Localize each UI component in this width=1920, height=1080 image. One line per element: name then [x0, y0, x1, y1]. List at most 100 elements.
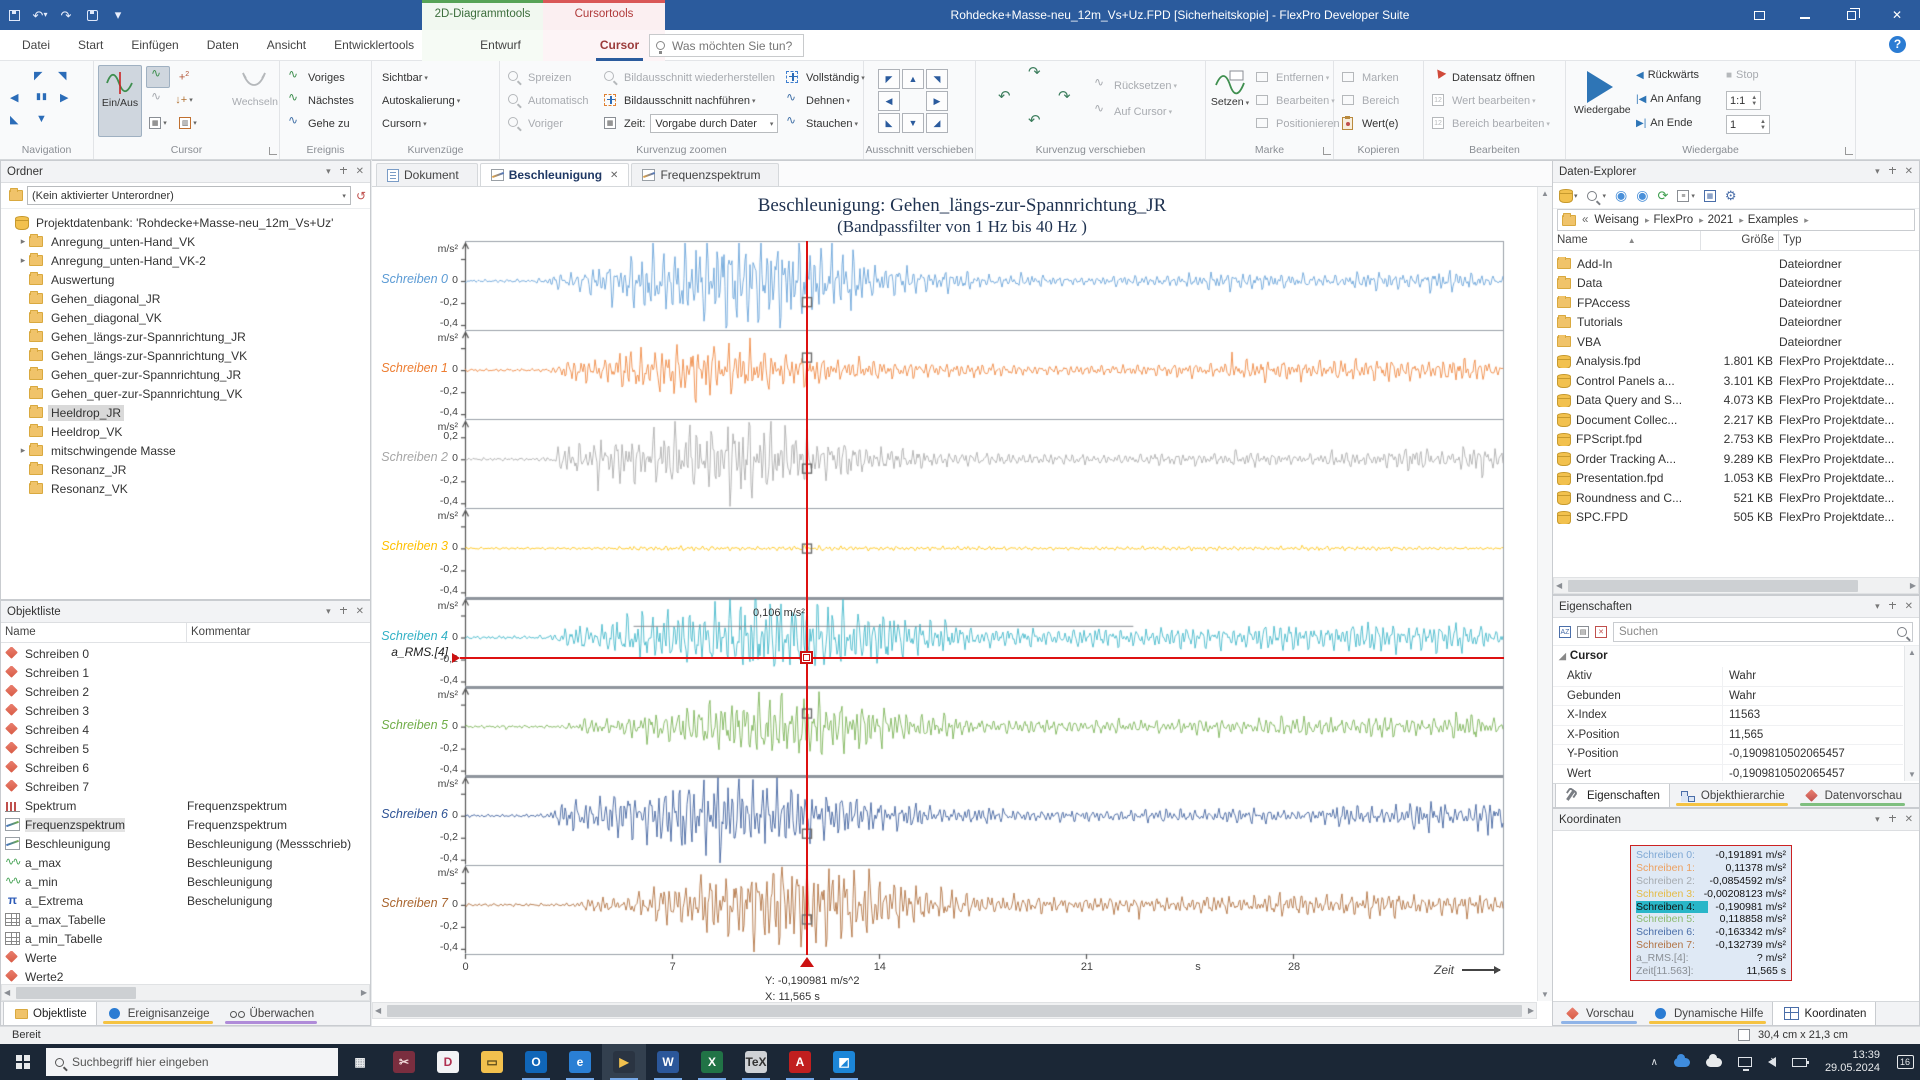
property-row[interactable]: Wert -0,1909810502065457: [1553, 765, 1903, 782]
pin-window-button[interactable]: [1736, 0, 1782, 30]
ruecksetzen-dropdown[interactable]: Rücksetzen▾: [1094, 75, 1177, 96]
wechseln-button[interactable]: Wechseln: [232, 65, 276, 137]
undo-icon[interactable]: ↶▾: [32, 7, 48, 23]
panel-menu-icon[interactable]: ▾: [1875, 166, 1880, 177]
shift-down-icon[interactable]: ↶: [1028, 111, 1041, 129]
file-row[interactable]: Add-In Dateiordner: [1553, 254, 1919, 274]
panel-tab[interactable]: Dynamische Hilfe: [1643, 1002, 1772, 1026]
customize-quick-access-icon[interactable]: ▾: [110, 7, 126, 23]
an-anfang-button[interactable]: |◀An Anfang: [1636, 93, 1701, 105]
cloud-icon[interactable]: [1706, 1058, 1722, 1067]
maximize-button[interactable]: [1828, 0, 1874, 30]
document-tab[interactable]: Frequenzspektrum: [631, 163, 779, 186]
setzen-button[interactable]: Setzen▾: [1208, 65, 1252, 137]
taskbar-app-icon[interactable]: D: [426, 1044, 470, 1080]
display-icon[interactable]: [1738, 1057, 1752, 1067]
taskbar-app-icon[interactable]: ◩: [822, 1044, 866, 1080]
file-row[interactable]: Document Collec... 2.217 KB FlexPro Proj…: [1553, 410, 1919, 430]
tree-item[interactable]: Gehen_diagonal_JR: [1, 289, 370, 308]
bildausschnitt-wiederherstellen-button[interactable]: Bildausschnitt wiederherstellen: [604, 67, 775, 88]
tree-item[interactable]: Gehen_längs-zur-Spannrichtung_VK: [1, 346, 370, 365]
object-row[interactable]: Schreiben 6: [1, 758, 370, 777]
contextual-tab-group-2d[interactable]: 2D-Diagrammtools: [422, 0, 543, 30]
cursor-toggle-button[interactable]: Ein/Aus: [98, 65, 142, 137]
search-icon[interactable]: ▾: [1587, 191, 1607, 201]
taskbar-app-icon[interactable]: W: [646, 1044, 690, 1080]
chart-cursor-handle[interactable]: [800, 651, 813, 664]
free-cursor-icon[interactable]: +2: [172, 66, 196, 88]
tree-item[interactable]: ▸ Anregung_unten-Hand_VK-2: [1, 251, 370, 270]
column-header-kommentar[interactable]: Kommentar: [187, 623, 370, 642]
property-row[interactable]: X-Position 11,565: [1553, 726, 1903, 746]
chart-cursor-vline[interactable]: [806, 241, 808, 955]
ribbon-tab[interactable]: Start: [64, 30, 117, 61]
property-row[interactable]: X-Index 11563: [1553, 706, 1903, 726]
file-row[interactable]: VBA Dateiordner: [1553, 332, 1919, 352]
tree-item[interactable]: ▸ Anregung_unten-Hand_VK: [1, 232, 370, 251]
taskbar-app-icon[interactable]: ▦: [338, 1044, 382, 1080]
naechstes-button[interactable]: Nächstes: [288, 90, 354, 111]
object-row[interactable]: Frequenzspektrum Frequenzspektrum: [1, 815, 370, 834]
pin-icon[interactable]: [1889, 167, 1896, 177]
file-row[interactable]: FPScript.fpd 2.753 KB FlexPro Projektdat…: [1553, 430, 1919, 450]
wert-bearbeiten-dropdown[interactable]: 12Wert bearbeiten▾: [1432, 90, 1536, 111]
dehnen-dropdown[interactable]: Dehnen▾: [786, 90, 850, 111]
column-header-name[interactable]: Name: [1, 623, 187, 642]
panel-tab[interactable]: Vorschau: [1555, 1002, 1643, 1026]
expand-icon[interactable]: ▸: [17, 255, 29, 266]
object-row[interactable]: a_Extrema Beschelunigung: [1, 891, 370, 910]
taskbar-app-icon[interactable]: e: [558, 1044, 602, 1080]
notification-icon[interactable]: 16: [1890, 1044, 1920, 1080]
view-list-icon[interactable]: ≡▾: [1677, 190, 1695, 202]
eigenschaften-vscrollbar[interactable]: ▲▼: [1904, 646, 1919, 781]
tree-item[interactable]: Resonanz_VK: [1, 479, 370, 498]
file-row[interactable]: Tutorials Dateiordner: [1553, 313, 1919, 333]
positionieren-button[interactable]: Positionieren: [1256, 113, 1340, 134]
column-header-name[interactable]: Name▲: [1553, 231, 1701, 250]
close-tab-icon[interactable]: ✕: [610, 170, 618, 181]
shift-left-icon[interactable]: ↶: [998, 87, 1011, 105]
bereich-kopieren-button[interactable]: Bereich: [1342, 90, 1399, 111]
automatisch-button[interactable]: Automatisch: [508, 90, 589, 111]
object-row[interactable]: Schreiben 1: [1, 663, 370, 682]
panel-menu-icon[interactable]: ▾: [1875, 601, 1880, 612]
start-button[interactable]: [0, 1044, 46, 1080]
close-panel-icon[interactable]: ✕: [1905, 601, 1913, 612]
breadcrumb[interactable]: « WeisangFlexPro2021Examples: [1557, 209, 1915, 231]
speaker-muted-icon[interactable]: [1768, 1057, 1776, 1067]
tell-me-search[interactable]: Was möchten Sie tun?: [649, 34, 804, 57]
marke-bearbeiten-dropdown[interactable]: Bearbeiten▾: [1256, 90, 1335, 111]
taskbar-app-icon[interactable]: TeX: [734, 1044, 778, 1080]
close-button[interactable]: ✕: [1874, 0, 1920, 30]
object-row[interactable]: a_min_Tabelle: [1, 929, 370, 948]
ribbon-tab[interactable]: Einfügen: [117, 30, 192, 61]
cursor-pair-icon[interactable]: [146, 66, 170, 88]
ribbon-tab[interactable]: Cursor: [586, 30, 653, 61]
file-row[interactable]: Analysis.fpd 1.801 KB FlexPro Projektdat…: [1553, 352, 1919, 372]
file-row[interactable]: Data Query and S... 4.073 KB FlexPro Pro…: [1553, 391, 1919, 411]
object-row[interactable]: Schreiben 2: [1, 682, 370, 701]
panel-tab[interactable]: Eigenschaften: [1555, 784, 1670, 808]
object-row[interactable]: a_min Beschleunigung: [1, 872, 370, 891]
close-panel-icon[interactable]: ✕: [1905, 166, 1913, 177]
pan-button[interactable]: [902, 91, 924, 111]
tree-item[interactable]: Gehen_längs-zur-Spannrichtung_JR: [1, 327, 370, 346]
object-row[interactable]: Werte: [1, 948, 370, 967]
sichtbar-dropdown[interactable]: Sichtbar▾: [382, 67, 428, 88]
categorize-icon[interactable]: ▤: [1577, 626, 1589, 638]
grid-cursor-icon[interactable]: ▥▾: [176, 112, 200, 134]
stauchen-dropdown[interactable]: Stauchen▾: [786, 113, 858, 134]
breadcrumb-item[interactable]: 2021: [1706, 214, 1746, 226]
object-row[interactable]: Werte2: [1, 967, 370, 984]
column-header-size[interactable]: Größe: [1701, 231, 1779, 250]
wiedergabe-play-button[interactable]: Wiedergabe: [1574, 65, 1626, 137]
explorer-hscrollbar[interactable]: ◀▶: [1553, 577, 1919, 594]
panel-menu-icon[interactable]: ▾: [326, 606, 331, 617]
marke-dialog-launcher[interactable]: [1323, 147, 1331, 155]
taskbar-search[interactable]: Suchbegriff hier eingeben: [46, 1048, 338, 1076]
ribbon-tab[interactable]: Entwicklertools: [320, 30, 428, 61]
active-subfolder-combobox[interactable]: (Kein aktivierter Unterordner)▾: [27, 186, 351, 205]
pan-button[interactable]: ◀: [878, 91, 900, 111]
zeit-combobox[interactable]: Vorgabe durch Dater▾: [650, 114, 778, 133]
tree-item[interactable]: Gehen_quer-zur-Spannrichtung_VK: [1, 384, 370, 403]
